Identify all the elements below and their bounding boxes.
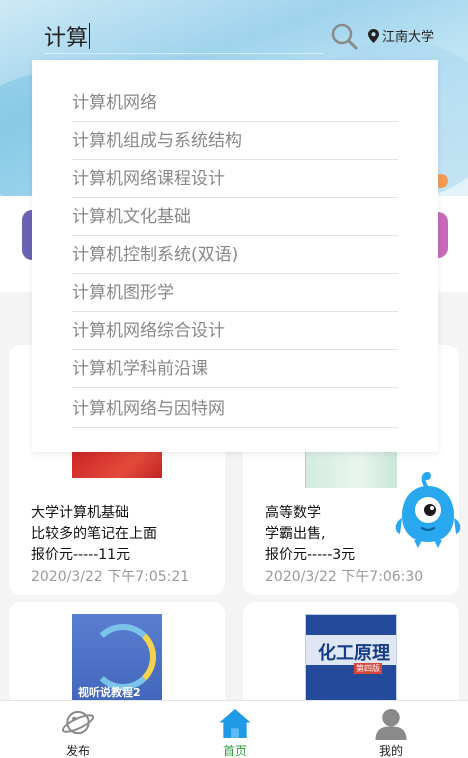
book-cover-image: 化工原理 第四版 [305,614,397,712]
search-suggestions-dropdown: 计算机网络 计算机组成与系统结构 计算机网络课程设计 计算机文化基础 计算机控制… [32,60,438,452]
search-icon[interactable] [330,22,358,50]
listing-text: 大学计算机基础 比较多的笔记在上面 报价元-----11元 [31,503,157,566]
listing-price: 报价元-----11元 [31,547,131,563]
listing-title: 大学计算机基础 [31,505,129,521]
location-label: 江南大学 [382,30,435,45]
suggestion-item[interactable]: 计算机文化基础 [72,198,398,236]
book-cover-title: 化工原理 [318,643,390,664]
bottom-tab-bar: 发布 首页 我的 [0,700,468,758]
book-cover-title: 视听说教程2 [78,686,141,699]
suggestion-item[interactable]: 计算机网络与因特网 [72,390,398,428]
location-pin-icon [368,28,379,43]
listing-desc: 比较多的笔记在上面 [31,526,157,542]
tab-mine[interactable]: 我的 [346,701,436,758]
listing-card[interactable]: 化工原理 第四版 [243,602,459,712]
mascot-icon[interactable] [392,470,464,550]
location-selector[interactable]: 江南大学 [368,26,434,45]
suggestion-item[interactable]: 计算机控制系统(双语) [72,236,398,274]
planet-icon [61,710,95,735]
suggestion-item[interactable]: 计算机组成与系统结构 [72,122,398,160]
tab-publish[interactable]: 发布 [33,701,123,758]
listing-time: 2020/3/22 下午7:05:21 [31,569,190,585]
suggestion-item[interactable]: 计算机学科前沿课 [72,350,398,388]
listing-card[interactable]: 视听说教程2 [9,602,225,712]
listing-desc: 学霸出售, [265,526,326,542]
suggestion-item[interactable]: 计算机网络课程设计 [72,160,398,198]
search-input[interactable]: 计算 [44,18,324,54]
tab-mine-label: 我的 [378,744,403,758]
book-cover-badge: 第四版 [354,663,382,674]
tab-home-label: 首页 [222,744,247,758]
suggestion-item[interactable]: 计算机网络 [72,84,398,122]
user-icon [375,708,407,740]
listing-time: 2020/3/22 下午7:06:30 [265,569,424,585]
search-query: 计算 [44,25,89,51]
listing-price: 报价元-----3元 [265,547,356,563]
suggestion-item[interactable]: 计算机图形学 [72,274,398,312]
listing-text: 高等数学 学霸出售, 报价元-----3元 [265,503,355,566]
home-icon [219,708,251,739]
search-bar: 计算 江南大学 [0,8,468,60]
listing-title: 高等数学 [265,505,321,521]
tab-home[interactable]: 首页 [190,701,280,758]
suggestion-item[interactable]: 计算机网络综合设计 [72,312,398,350]
book-cover-image: 视听说教程2 [72,614,162,712]
tab-publish-label: 发布 [65,744,90,758]
